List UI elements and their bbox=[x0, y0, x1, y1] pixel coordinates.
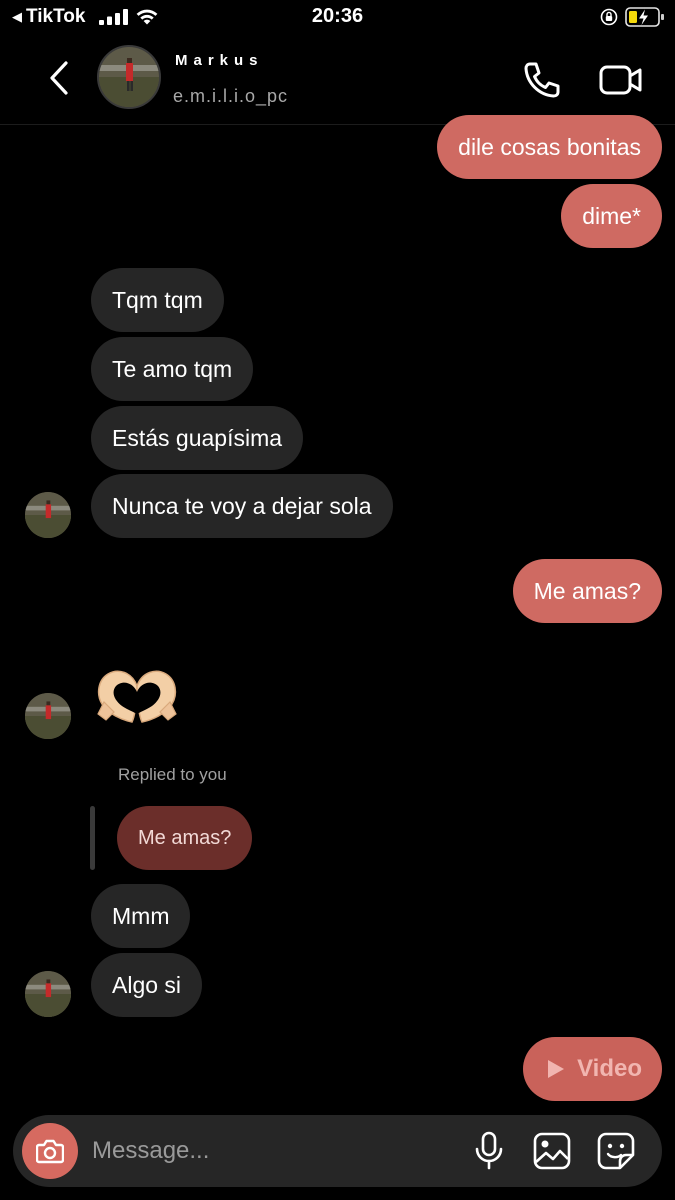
message-bubble-outgoing[interactable]: dile cosas bonitas bbox=[437, 115, 662, 179]
back-chevron-icon[interactable] bbox=[44, 58, 74, 98]
microphone-icon[interactable] bbox=[472, 1131, 506, 1171]
video-message-label: Video bbox=[577, 1055, 642, 1082]
message-bubble-incoming[interactable]: Te amo tqm bbox=[91, 337, 254, 401]
phone-call-icon[interactable] bbox=[520, 58, 564, 102]
avatar-photo bbox=[99, 47, 159, 107]
contact-avatar[interactable] bbox=[97, 45, 161, 109]
message-bubble-incoming[interactable]: Mmm bbox=[91, 884, 191, 948]
message-bubble-outgoing[interactable]: dime* bbox=[561, 184, 662, 248]
video-message-bubble[interactable]: Video bbox=[523, 1037, 662, 1101]
message-bubble-outgoing[interactable]: Me amas? bbox=[512, 559, 662, 623]
sender-avatar[interactable] bbox=[25, 971, 71, 1017]
chat-header: Markus e.m.i.l.i.o_pc bbox=[0, 36, 675, 125]
message-bubble-incoming[interactable]: Estás guapísima bbox=[91, 406, 304, 470]
avatar-photo bbox=[25, 971, 71, 1017]
camera-icon bbox=[36, 1139, 64, 1164]
video-call-icon[interactable] bbox=[598, 60, 644, 100]
play-icon bbox=[548, 1060, 565, 1078]
status-bar: ◀ TikTok 20:36 bbox=[0, 0, 675, 36]
avatar-photo bbox=[25, 693, 71, 739]
sender-avatar[interactable] bbox=[25, 693, 71, 739]
contact-display-name[interactable]: Markus bbox=[175, 52, 264, 69]
message-input[interactable] bbox=[92, 1131, 452, 1171]
message-bubble-incoming[interactable]: Tqm tqm bbox=[91, 268, 224, 332]
heart-hands-icon[interactable] bbox=[92, 664, 182, 728]
quoted-message-bubble[interactable]: Me amas? bbox=[117, 806, 253, 870]
contact-username[interactable]: e.m.i.l.i.o_pc bbox=[173, 86, 288, 107]
gallery-icon[interactable] bbox=[532, 1131, 572, 1171]
message-bubble-incoming[interactable]: Algo si bbox=[91, 953, 203, 1017]
avatar-photo bbox=[25, 492, 71, 538]
orientation-lock-icon bbox=[600, 8, 618, 26]
sender-avatar[interactable] bbox=[25, 492, 71, 538]
sticker-icon[interactable] bbox=[596, 1131, 636, 1171]
battery-icon bbox=[625, 7, 664, 27]
camera-button[interactable] bbox=[22, 1123, 78, 1179]
message-bubble-incoming[interactable]: Nunca te voy a dejar sola bbox=[91, 474, 393, 538]
clock: 20:36 bbox=[311, 5, 364, 27]
reply-context-label: Replied to you bbox=[118, 765, 227, 784]
reply-quote-bar bbox=[90, 806, 95, 870]
